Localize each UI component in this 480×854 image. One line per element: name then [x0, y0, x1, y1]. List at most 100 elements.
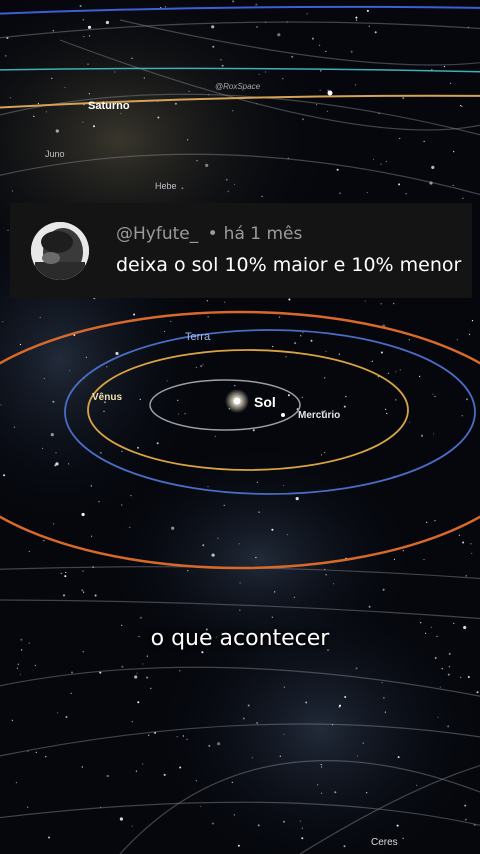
star: [188, 90, 190, 92]
star: [251, 757, 253, 759]
star: [371, 360, 373, 362]
star: [136, 672, 138, 675]
star: [187, 139, 189, 141]
space-map: @RoxSpace Saturno Juno Hebe Terra Vênus …: [0, 0, 480, 854]
star: [402, 97, 405, 100]
star: [211, 553, 215, 557]
star: [85, 356, 87, 358]
star: [282, 484, 285, 487]
star: [202, 364, 204, 366]
star: [311, 37, 314, 40]
star: [327, 89, 329, 91]
star: [83, 591, 85, 593]
star: [356, 755, 358, 757]
star: [324, 451, 326, 454]
star: [373, 158, 375, 160]
star: [364, 300, 366, 302]
star: [402, 550, 404, 552]
label-saturno: Saturno: [88, 100, 130, 112]
star: [82, 121, 84, 123]
star: [131, 825, 133, 827]
star: [186, 738, 188, 740]
star: [355, 16, 358, 19]
star: [300, 335, 302, 337]
star: [238, 543, 240, 545]
star: [214, 435, 216, 437]
star: [11, 719, 13, 721]
star: [355, 19, 358, 21]
star: [450, 82, 452, 84]
star: [383, 697, 385, 699]
star: [317, 784, 319, 786]
star: [397, 756, 400, 759]
star: [17, 663, 19, 665]
star: [239, 609, 241, 611]
star: [2, 321, 4, 323]
star: [208, 744, 211, 747]
star: [137, 446, 139, 449]
star: [51, 77, 53, 79]
star: [395, 399, 397, 401]
star: [274, 591, 276, 593]
star: [255, 556, 257, 559]
label-venus: Vênus: [92, 392, 122, 403]
star: [64, 575, 67, 578]
watermark: @RoxSpace: [215, 82, 261, 91]
comment-username[interactable]: @Hyfute_: [116, 224, 198, 244]
star: [258, 511, 260, 513]
star: [195, 366, 197, 368]
star: [187, 570, 189, 572]
star: [79, 5, 82, 7]
star: [131, 57, 133, 59]
star: [345, 396, 347, 398]
star: [366, 792, 368, 794]
comment-text: deixa o sol 10% maior e 10% menor: [116, 254, 462, 276]
star: [233, 183, 236, 185]
star: [256, 26, 258, 28]
star: [377, 376, 379, 378]
star: [398, 183, 401, 186]
star: [301, 396, 303, 399]
star: [237, 844, 240, 847]
star: [19, 343, 22, 346]
star: [279, 755, 281, 757]
star: [142, 763, 144, 765]
star: [291, 55, 294, 58]
star: [416, 784, 418, 786]
star: [316, 104, 318, 106]
label-sol: Sol: [254, 394, 276, 410]
star: [431, 165, 435, 169]
star: [200, 805, 202, 807]
star: [119, 817, 123, 821]
star: [133, 313, 136, 316]
star: [461, 415, 463, 417]
star: [211, 25, 215, 29]
star: [105, 20, 109, 25]
star: [5, 55, 7, 57]
star: [233, 814, 235, 816]
star: [355, 667, 358, 670]
star: [443, 66, 445, 68]
star: [221, 64, 224, 67]
star: [395, 371, 397, 373]
avatar[interactable]: [31, 222, 89, 280]
star: [178, 413, 180, 415]
star: [232, 110, 234, 112]
star: [106, 775, 109, 777]
meta-separator: •: [207, 224, 218, 244]
star: [381, 682, 383, 684]
star: [56, 463, 58, 465]
star: [176, 736, 178, 738]
star: [16, 667, 18, 669]
star: [324, 377, 326, 379]
star: [121, 450, 123, 452]
star: [106, 366, 108, 368]
comment-card: @Hyfute_ • há 1 mês deixa o sol 10% maior…: [10, 203, 472, 298]
star: [157, 116, 160, 119]
star: [368, 25, 370, 27]
star: [211, 822, 214, 825]
star: [256, 722, 259, 724]
star: [320, 70, 322, 72]
star: [50, 433, 54, 437]
star: [336, 168, 339, 171]
